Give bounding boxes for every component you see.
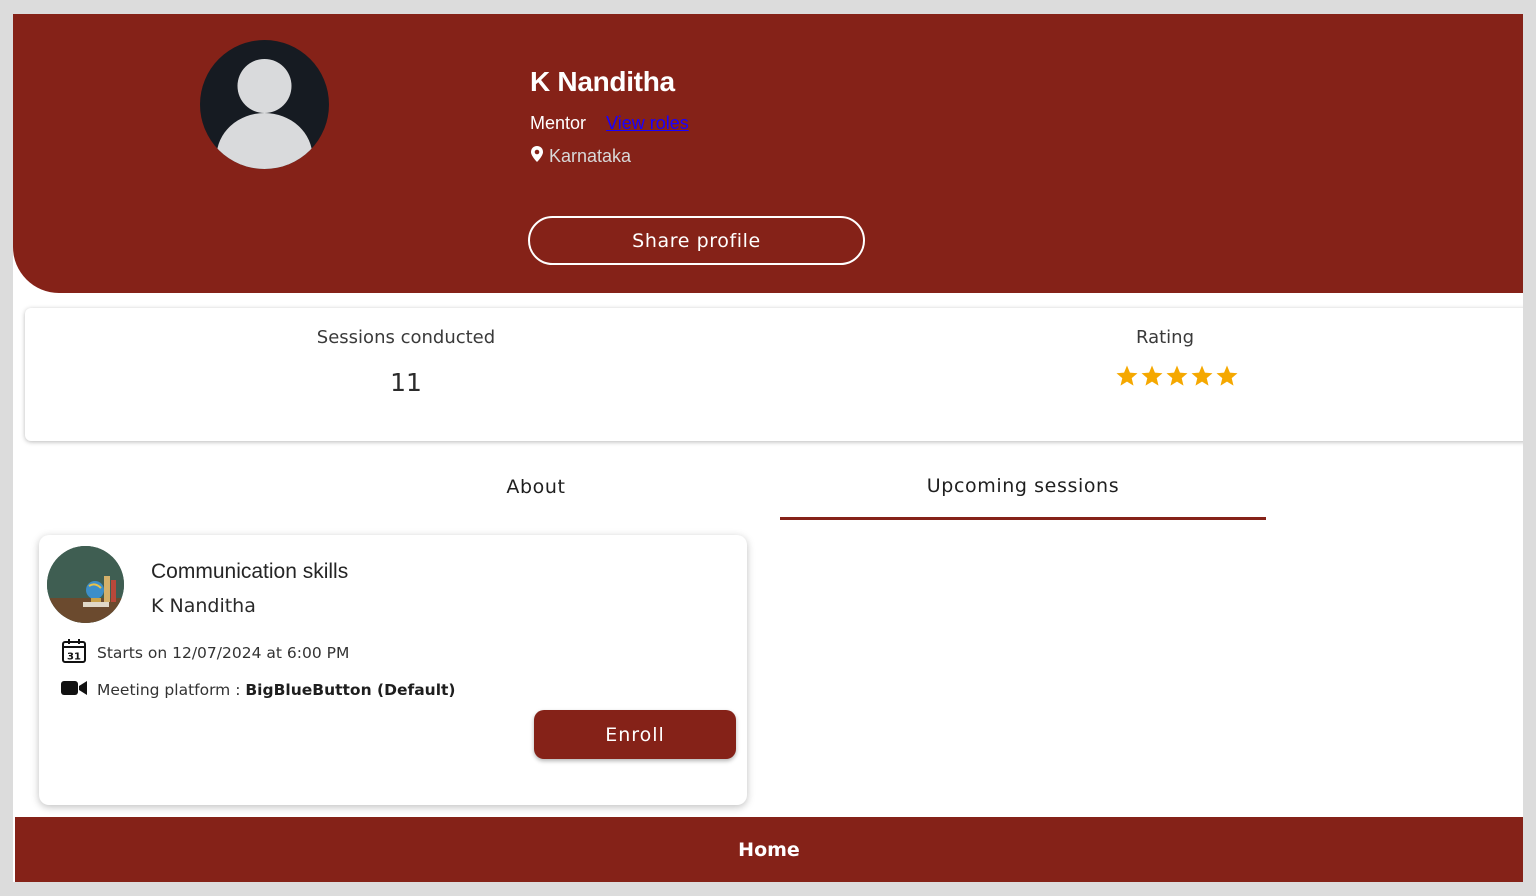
profile-name: K Nanditha xyxy=(530,66,675,97)
home-nav-link[interactable]: Home xyxy=(738,839,800,861)
session-date-row: 31 Starts on 12/07/2024 at 6:00 PM xyxy=(61,638,349,668)
star-icon xyxy=(1216,365,1238,386)
sessions-conducted-label: Sessions conducted xyxy=(316,327,496,348)
location-pin-icon xyxy=(530,145,544,168)
share-profile-button[interactable]: Share profile xyxy=(528,216,865,265)
avatar xyxy=(200,40,329,169)
enroll-button[interactable]: Enroll xyxy=(534,710,736,759)
profile-tabs: About Upcoming sessions xyxy=(13,454,1523,520)
footer-nav: Home xyxy=(15,817,1523,882)
session-title: Communication skills xyxy=(151,560,349,583)
calendar-icon: 31 xyxy=(61,638,87,668)
rating-label: Rating xyxy=(1135,327,1195,348)
location-row: Karnataka xyxy=(530,145,631,168)
sessions-conducted-value: 11 xyxy=(390,368,422,397)
star-icon xyxy=(1166,365,1188,386)
session-mentor: K Nanditha xyxy=(151,595,256,617)
session-date-text: Starts on 12/07/2024 at 6:00 PM xyxy=(97,644,350,662)
role-row: Mentor View roles xyxy=(530,113,689,134)
profile-role: Mentor xyxy=(530,113,587,133)
video-camera-icon xyxy=(61,680,87,700)
app-frame: K Nanditha Mentor View roles Karnataka S… xyxy=(13,14,1523,882)
rating-stars xyxy=(1115,364,1239,388)
tab-upcoming-sessions[interactable]: Upcoming sessions xyxy=(780,454,1266,520)
tab-about[interactable]: About xyxy=(293,454,779,520)
default-user-icon xyxy=(216,59,313,169)
platform-value: BigBlueButton (Default) xyxy=(245,681,456,699)
view-roles-link[interactable]: View roles xyxy=(606,113,689,134)
profile-location: Karnataka xyxy=(549,146,632,166)
star-icon xyxy=(1141,365,1163,386)
star-icon xyxy=(1191,365,1213,386)
platform-label: Meeting platform : xyxy=(97,681,246,699)
platform-text: Meeting platform : BigBlueButton (Defaul… xyxy=(97,681,456,699)
svg-text:31: 31 xyxy=(67,652,81,663)
session-card[interactable]: Communication skills K Nanditha 31 Start… xyxy=(39,535,747,805)
profile-header: K Nanditha Mentor View roles Karnataka S… xyxy=(13,14,1523,293)
session-platform-row: Meeting platform : BigBlueButton (Defaul… xyxy=(61,680,456,700)
session-thumbnail xyxy=(47,546,124,623)
stats-panel: Sessions conducted 11 Rating xyxy=(25,308,1523,441)
star-icon xyxy=(1116,365,1138,386)
